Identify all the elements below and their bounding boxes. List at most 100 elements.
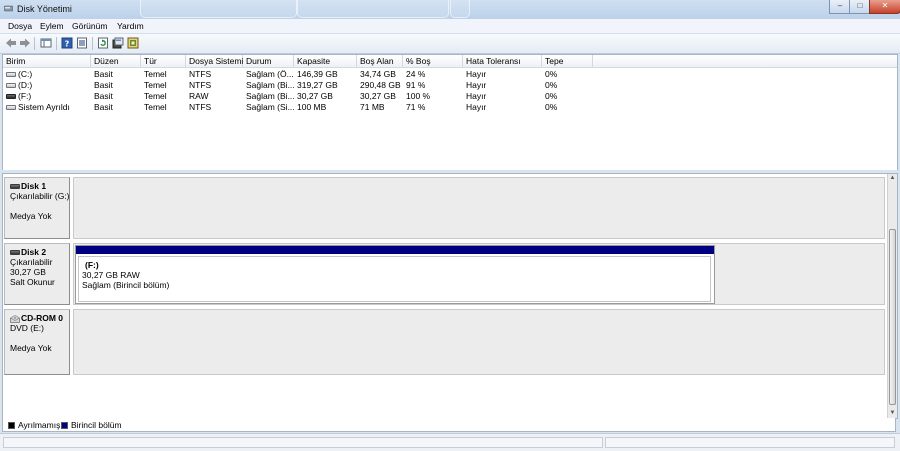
disk-row-disk-2: Disk 2 Çıkarılabilir 30,27 GB Salt Okunu… [3, 240, 886, 306]
disk-label-disk-1[interactable]: Disk 1 Çıkarılabilir (G:) Medya Yok [4, 177, 70, 239]
disk-area-empty [73, 309, 885, 375]
legend-item-unallocated: Ayrılmamış [8, 420, 60, 430]
cell-bos-alan: 34,74 GB [360, 69, 396, 79]
cell-duzen: Basit [94, 80, 113, 90]
toolbar-separator [92, 37, 93, 50]
refresh-icon[interactable] [97, 37, 109, 49]
table-row[interactable]: (C:) Basit Temel NTFS Sağlam (Ö... 146,3… [3, 69, 897, 80]
rescan-icon[interactable] [127, 37, 139, 49]
table-row[interactable]: (D:) Basit Temel NTFS Sağlam (Bi... 319,… [3, 80, 897, 91]
column-header-tepe[interactable]: Tepe [542, 55, 593, 67]
cell-yuzde-bos: 91 % [406, 80, 426, 90]
disk-label-cd-rom-0[interactable]: CD-ROM 0 DVD (E:) Medya Yok [4, 309, 70, 375]
column-header-birim[interactable]: Birim [3, 55, 91, 67]
cell-kapasite: 100 MB [297, 102, 327, 112]
cell-tepe: 0% [545, 102, 558, 112]
disk-status: Salt Okunur [10, 277, 55, 287]
table-row[interactable]: Sistem Ayrıldı Basit Temel NTFS Sağlam (… [3, 102, 897, 113]
legend-swatch [8, 422, 15, 429]
menu-bar: Dosya Eylem Görünüm Yardım [0, 19, 900, 34]
help-icon[interactable]: ? [61, 37, 73, 49]
legend-label: Ayrılmamış [18, 420, 61, 430]
disk-row-disk-1: Disk 1 Çıkarılabilir (G:) Medya Yok [3, 174, 886, 240]
cell-yuzde-bos: 71 % [406, 102, 426, 112]
column-header-yuzde-bos[interactable]: % Boş [403, 55, 463, 67]
disk-name: Disk 2 [21, 247, 47, 257]
disk-info [10, 201, 69, 211]
svg-text:?: ? [65, 39, 70, 48]
menu-item-gorunum[interactable]: Görünüm [72, 21, 107, 31]
disk-type: Çıkarılabilir (G:) [10, 191, 70, 201]
disk-label-disk-2[interactable]: Disk 2 Çıkarılabilir 30,27 GB Salt Okunu… [4, 243, 70, 305]
disk-size: 30,27 GB [10, 267, 46, 277]
background-tab [450, 0, 470, 18]
disk-info [10, 333, 69, 343]
primary-partition-bar [76, 246, 714, 254]
column-header-hata-toleransi[interactable]: Hata Toleransı [463, 55, 542, 67]
cell-tepe: 0% [545, 91, 558, 101]
cell-tepe: 0% [545, 80, 558, 90]
cell-durum: Sağlam (Bi... [246, 80, 295, 90]
cell-dosya-sistemi: NTFS [189, 102, 212, 112]
drive-icon [6, 105, 16, 110]
cell-durum: Sağlam (Si... [246, 102, 295, 112]
cell-durum: Sağlam (Bi... [246, 91, 295, 101]
disk-name: CD-ROM 0 [21, 313, 64, 323]
cell-hata-toleransi: Hayır [466, 102, 487, 112]
volume-list: Birim Düzen Tür Dosya Sistemi Durum Kapa… [2, 54, 898, 171]
cell-hata-toleransi: Hayır [466, 80, 487, 90]
cell-birim: Sistem Ayrıldı [18, 102, 70, 112]
cell-duzen: Basit [94, 69, 113, 79]
disk-row-cd-rom-0: CD-ROM 0 DVD (E:) Medya Yok [3, 306, 886, 376]
cell-tur: Temel [144, 91, 167, 101]
disk-status: Medya Yok [10, 211, 52, 221]
minimize-button[interactable]: – [829, 0, 851, 14]
disk-area: (F:) 30,27 GB RAW Sağlam (Birincil bölüm… [73, 243, 885, 305]
column-header-durum[interactable]: Durum [243, 55, 294, 67]
drive-icon [6, 72, 16, 77]
cell-dosya-sistemi: NTFS [189, 69, 212, 79]
cell-kapasite: 30,27 GB [297, 91, 333, 101]
toolbar-separator [34, 37, 35, 50]
scroll-up-arrow-icon[interactable]: ▲ [889, 174, 896, 183]
settings-icon[interactable] [112, 37, 124, 49]
cell-tur: Temel [144, 102, 167, 112]
back-arrow-icon[interactable] [5, 37, 17, 49]
close-button[interactable]: ✕ [869, 0, 900, 14]
disk-management-app-icon [4, 5, 13, 12]
partition-details: (F:) 30,27 GB RAW Sağlam (Birincil bölüm… [78, 256, 711, 302]
disk-type: Çıkarılabilir [10, 257, 53, 267]
forward-arrow-icon[interactable] [19, 37, 31, 49]
menu-item-dosya[interactable]: Dosya [8, 21, 32, 31]
table-row[interactable]: (F:) Basit Temel RAW Sağlam (Bi... 30,27… [3, 91, 897, 102]
maximize-button[interactable]: □ [849, 0, 871, 14]
disk-graphical-view: Disk 1 Çıkarılabilir (G:) Medya Yok Disk… [2, 173, 898, 419]
partition-f[interactable]: (F:) 30,27 GB RAW Sağlam (Birincil bölüm… [75, 245, 715, 304]
disk-type: DVD (E:) [10, 323, 44, 333]
removable-drive-icon [6, 94, 16, 99]
status-bar [0, 433, 900, 451]
scroll-down-arrow-icon[interactable]: ▼ [889, 409, 896, 418]
cell-kapasite: 319,27 GB [297, 80, 338, 90]
column-header-duzen[interactable]: Düzen [91, 55, 141, 67]
status-segment [3, 437, 603, 448]
cell-durum: Sağlam (Ö... [246, 69, 294, 79]
column-header-bos-alan[interactable]: Boş Alan [357, 55, 403, 67]
cell-hata-toleransi: Hayır [466, 91, 487, 101]
scroll-thumb[interactable] [889, 229, 896, 405]
background-tab [140, 0, 297, 18]
legend-item-primary: Birincil bölüm [61, 420, 122, 430]
partition-size: 30,27 GB RAW [82, 270, 140, 280]
column-header-kapasite[interactable]: Kapasite [294, 55, 357, 67]
console-tree-icon[interactable] [40, 37, 52, 49]
properties-icon[interactable] [76, 37, 88, 49]
column-header-dosya-sistemi[interactable]: Dosya Sistemi [186, 55, 243, 67]
menu-item-yardim[interactable]: Yardım [117, 21, 144, 31]
menu-item-eylem[interactable]: Eylem [40, 21, 64, 31]
vertical-scrollbar[interactable]: ▲ ▼ [887, 174, 897, 418]
title-bar: Disk Yönetimi – □ ✕ [0, 0, 900, 20]
cell-tur: Temel [144, 80, 167, 90]
column-header-tur[interactable]: Tür [141, 55, 186, 67]
cell-bos-alan: 71 MB [360, 102, 385, 112]
toolbar: ? [0, 34, 900, 54]
